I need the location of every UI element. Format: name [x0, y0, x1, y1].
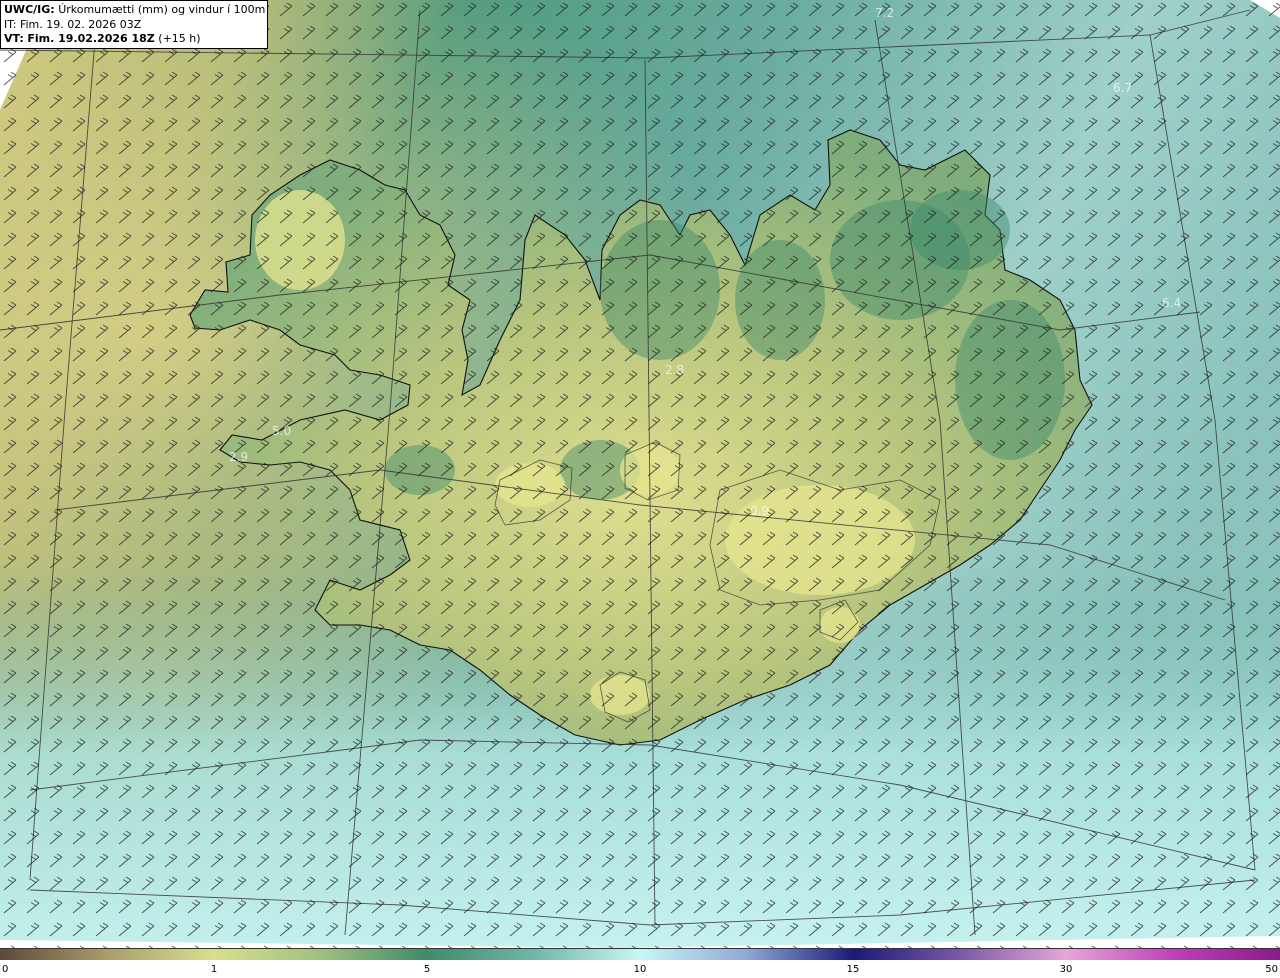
map-info-box: UWC/IG: Úrkomumætti (mm) og vindur í 100… — [0, 0, 268, 49]
valid-prefix: VT: — [4, 32, 24, 45]
colorbar-tick-0: 0 — [2, 964, 9, 975]
info-title-line: UWC/IG: Úrkomumætti (mm) og vindur í 100… — [4, 3, 267, 18]
wind-barbs-field — [0, 0, 1280, 948]
colorbar-legend: 0 1 5 10 15 30 50 — [0, 948, 1280, 978]
colorbar-tick-5: 5 — [423, 964, 431, 975]
precipitation-wind-map: 7.2 6.7 6.4 2.8 5.0 2.9 0.9 — [0, 0, 1280, 948]
colorbar-tick-1: 1 — [210, 964, 218, 975]
lead-time: (+15 h) — [158, 32, 201, 45]
product-title: Úrkomumætti (mm) og vindur í 100m hæð — [58, 3, 267, 16]
colorbar-tick-30: 30 — [1059, 964, 1073, 975]
value-label-north-central: 2.8 — [665, 363, 684, 377]
value-label-ne: 6.7 — [1113, 81, 1132, 95]
valid-time-line: VT: Fim. 19.02.2026 18Z (+15 h) — [4, 32, 264, 47]
weather-map: 7.2 6.7 6.4 2.8 5.0 2.9 0.9 UWC/IG: Úrko… — [0, 0, 1280, 978]
value-label-west: 5.0 — [272, 424, 291, 438]
value-label-east: 6.4 — [1162, 296, 1181, 310]
colorbar-tick-15: 15 — [846, 964, 860, 975]
valid-time: Fim. 19.02.2026 18Z — [27, 32, 155, 45]
product-code: UWC/IG: — [4, 3, 55, 16]
issue-time: IT: Fim. 19. 02. 2026 03Z — [4, 17, 142, 31]
value-label-ne-top: 7.2 — [875, 6, 894, 20]
colorbar-scale — [0, 948, 1280, 960]
colorbar-tick-50: 50 — [1265, 964, 1278, 975]
value-label-vatnajokull: 0.9 — [750, 504, 769, 518]
value-label-snaefellsnes: 2.9 — [229, 450, 248, 464]
colorbar-tick-10: 10 — [633, 964, 647, 975]
